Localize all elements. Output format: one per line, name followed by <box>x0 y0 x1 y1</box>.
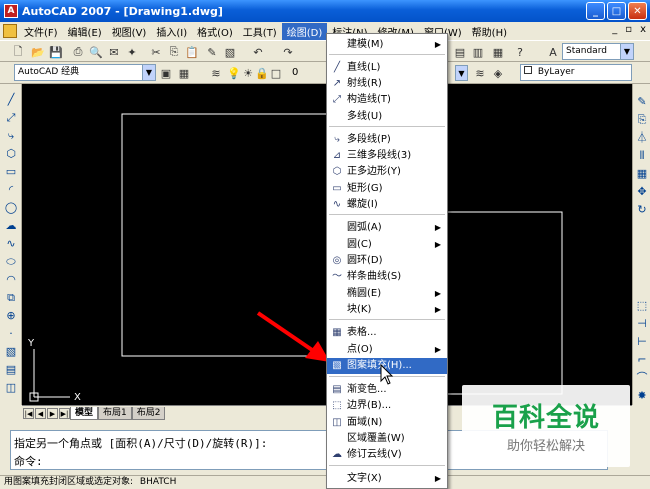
ray-icon: ↗ <box>332 78 342 89</box>
draw-menu-item-label: 矩形(G) <box>347 183 383 194</box>
draw-menu-item[interactable]: 文字(X) ▶ <box>327 471 447 487</box>
draw-menu-item-label: 射线(R) <box>347 78 382 89</box>
draw-menu-item-label: 直线(L) <box>347 62 381 73</box>
menu-separator <box>329 465 445 466</box>
draw-menu-item[interactable]: 点(O) ▶ <box>327 342 447 358</box>
draw-menu-item-label: 正多边形(Y) <box>347 166 401 177</box>
draw-menu-item-label: 螺旋(I) <box>347 199 378 210</box>
draw-menu-item-label: 构造线(T) <box>347 94 391 105</box>
draw-menu-item-label: 块(K) <box>347 304 372 315</box>
watermark: 百科全说 助你轻松解决 <box>462 385 630 467</box>
draw-menu-item-label: 多段线(P) <box>347 134 391 145</box>
rectangle-icon: ▭ <box>332 183 342 194</box>
draw-menu-item[interactable]: ⤢ 构造线(T) <box>327 92 447 108</box>
spline-icon: 〜 <box>332 271 342 282</box>
draw-menu-item[interactable]: ◫ 面域(N) <box>327 415 447 431</box>
draw-menu-item[interactable]: 椭圆(E) ▶ <box>327 286 447 302</box>
draw-menu-item[interactable]: ⊿ 三维多段线(3) <box>327 148 447 164</box>
draw-menu-item[interactable]: ╱ 直线(L) <box>327 60 447 76</box>
draw-menu-item[interactable]: 〜样条曲线(S) <box>327 269 447 285</box>
draw-menu-item[interactable]: 建模(M) ▶ <box>327 37 447 53</box>
draw-menu-item[interactable]: ◎ 圆环(D) <box>327 253 447 269</box>
watermark-brand: 百科全说 <box>491 403 600 433</box>
draw-menu-item[interactable]: ▦ 表格... <box>327 325 447 341</box>
draw-menu-dropdown: 建模(M) ▶ ╱ 直线(L) ↗ 射线(R) ⤢ 构造线(T) 多线(U) ⤷ 多段线(P) ⊿ 三维… <box>326 33 448 489</box>
table-icon: ▦ <box>332 327 342 338</box>
3dpoly-icon: ⊿ <box>332 150 342 161</box>
submenu-arrow-icon: ▶ <box>434 305 441 314</box>
cursor-shape <box>380 364 394 385</box>
draw-menu-item[interactable]: ⬡ 正多边形(Y) <box>327 164 447 180</box>
menu-separator <box>329 319 445 320</box>
draw-menu-item[interactable]: 区域覆盖(W) <box>327 431 447 447</box>
draw-menu-item-label: 点(O) <box>347 344 373 355</box>
draw-menu-item[interactable]: 圆(C) ▶ <box>327 237 447 253</box>
submenu-arrow-icon: ▶ <box>434 223 441 232</box>
menu-separator <box>329 54 445 55</box>
region-icon: ◫ <box>332 417 342 428</box>
polygon-icon: ⬡ <box>332 166 342 177</box>
draw-menu-item[interactable]: ▭ 矩形(G) <box>327 181 447 197</box>
line-icon: ╱ <box>333 62 341 73</box>
draw-menu-item-label: 面域(N) <box>347 417 383 428</box>
draw-menu-item[interactable]: ∿ 螺旋(I) <box>327 197 447 213</box>
mouse-cursor-icon <box>380 364 394 385</box>
draw-menu-item-label: 修订云线(V) <box>347 449 402 460</box>
draw-menu-item[interactable]: 块(K) ▶ <box>327 302 447 318</box>
submenu-arrow-icon: ▶ <box>434 474 441 483</box>
gradient-icon: ▤ <box>332 384 342 395</box>
polyline-icon: ⤷ <box>334 134 340 145</box>
draw-menu-item[interactable]: ⬚ 边界(B)... <box>327 398 447 414</box>
draw-menu-item-label: 多线(U) <box>347 111 383 122</box>
draw-menu-item-label: 样条曲线(S) <box>347 271 402 282</box>
menu-separator <box>329 214 445 215</box>
draw-menu-item[interactable]: ⤷ 多段线(P) <box>327 132 447 148</box>
submenu-arrow-icon: ▶ <box>434 40 441 49</box>
draw-menu-item-label: 表格... <box>347 327 377 338</box>
submenu-arrow-icon: ▶ <box>434 289 441 298</box>
draw-menu-item-label: 圆环(D) <box>347 255 383 266</box>
draw-menu-item-label: 圆弧(A) <box>347 222 382 233</box>
revcloud-icon: ☁ <box>332 449 342 460</box>
draw-menu-item-label: 三维多段线(3) <box>347 150 412 161</box>
submenu-arrow-icon: ▶ <box>434 240 441 249</box>
donut-icon: ◎ <box>332 255 342 266</box>
draw-menu-item-label: 建模(M) <box>347 39 384 50</box>
xline-icon: ⤢ <box>333 94 341 105</box>
menu-separator <box>329 126 445 127</box>
hatch-icon: ▧ <box>332 360 342 371</box>
draw-menu-item-label: 文字(X) <box>347 473 382 484</box>
draw-menu-item[interactable]: 多线(U) <box>327 109 447 125</box>
draw-menu-item[interactable]: 圆弧(A) ▶ <box>327 220 447 236</box>
submenu-arrow-icon: ▶ <box>434 345 441 354</box>
draw-menu-item-label: 边界(B)... <box>347 400 392 411</box>
draw-menu-item[interactable]: ↗ 射线(R) <box>327 76 447 92</box>
draw-menu-item-label: 圆(C) <box>347 239 372 250</box>
watermark-slogan: 助你轻松解决 <box>506 439 585 454</box>
draw-menu-item-label: 区域覆盖(W) <box>347 433 405 444</box>
draw-menu-item-label: 椭圆(E) <box>347 288 382 299</box>
helix-icon: ∿ <box>332 199 342 210</box>
red-arrow-shaft <box>256 311 320 356</box>
draw-menu-item[interactable]: ☁ 修订云线(V) <box>327 447 447 463</box>
boundary-icon: ⬚ <box>332 400 342 411</box>
